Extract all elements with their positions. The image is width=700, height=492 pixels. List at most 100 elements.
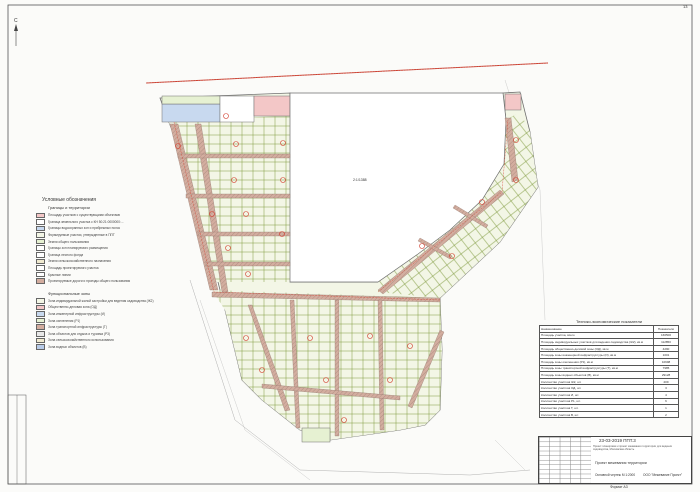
tep-value-cell: 112850 (653, 338, 679, 346)
legend-label: Красные линии (48, 272, 71, 277)
pink-zone-northeast (504, 93, 522, 111)
legend-label: Граница лесного фонда (48, 252, 84, 257)
water-zone-north (161, 103, 221, 123)
tep-name-cell: Площадь участка, всего (539, 331, 654, 340)
central-parcel-label: 2:1/1388 (353, 178, 367, 182)
legend-swatch (36, 258, 45, 265)
tep-name-cell: Площадь общественно-деловой зоны (ОД), к… (539, 344, 654, 353)
legend-label: Земли сельскохозяйственного назначения (48, 259, 111, 264)
road-east-west-3 (197, 231, 291, 237)
tep-name-cell: Площадь индивидуальных участков для веде… (539, 338, 654, 346)
legend-swatch (36, 317, 45, 324)
tep-name-cell: Количество участков В, шт. (539, 410, 654, 419)
tep-value-cell: 6 (653, 397, 679, 406)
north-label: С (14, 18, 18, 24)
table-row: Площадь зоны транспортной инфраструктуры… (539, 364, 679, 373)
table-row: Площадь общественно-деловой зоны (ОД), к… (539, 344, 679, 353)
tep-value-cell: 209 (653, 377, 679, 386)
legend-item: Зона объектов для отдыха и туризма (Р3) (36, 331, 186, 338)
table-row: Площадь индивидуальных участков для веде… (539, 338, 679, 346)
table-row: Количество участков Т, шт. 1 (539, 404, 679, 412)
table-row: Количество участков Ж2, шт. 209 (539, 377, 679, 386)
legend-item: Земли сельскохозяйственного назначения (36, 258, 186, 265)
table-row: Площадь зоны озеленения (Р1), кв.м 10998 (539, 357, 679, 366)
tep-header-cell: Наименование (539, 325, 654, 333)
tep-name-cell: Количество участков ОД, шт. (539, 384, 654, 392)
legend-swatch (36, 245, 45, 252)
tep-value-cell: 7985 (653, 364, 679, 373)
tep-name-cell: Площадь зоны инженерной инфраструктуры (… (539, 351, 654, 359)
title-block: 23-03-2019 ППТ.3 Проект планировки и про… (538, 436, 692, 484)
tep-value-cell: 166500 (653, 331, 679, 340)
lots-south-block (212, 290, 442, 440)
legend-label: Площадь проектируемого участка (48, 266, 99, 271)
legend-item: Зона озеленения (Р1) (36, 317, 186, 324)
table-row: Количество участков ОД, шт. 3 (539, 384, 679, 392)
tep-title: Технико-экономические показатели (575, 319, 643, 324)
legend-label: Зона водных объектов (В) (48, 344, 87, 349)
road-east-west-1 (177, 153, 291, 159)
pink-zone-north (253, 95, 291, 117)
legend-item: Формируемые участки, утвержденные в ППТ (36, 232, 186, 239)
tep-name-cell: Количество участков Ж2, шт. (539, 377, 654, 386)
legend-item: Земли общего пользования (36, 238, 186, 245)
legend-section-zones: Функциональные зоны (48, 290, 91, 296)
legend-item: Красные линии (36, 271, 186, 278)
road-south-v1 (334, 299, 340, 437)
legend-item: Зона водных объектов (В) (36, 344, 186, 351)
legend-label: Земли общего пользования (48, 239, 89, 244)
tep-value-cell: 4290 (653, 344, 679, 353)
legend-item: Площадь проектируемого участка (36, 265, 186, 272)
legend-swatch (36, 304, 45, 311)
tep-value-cell: 10998 (653, 357, 679, 366)
legend-item: Площадь участков с существующими объекта… (36, 212, 186, 219)
legend-swatch (36, 271, 45, 278)
legend-swatch (36, 219, 45, 225)
legend-title: Условные обозначения (42, 197, 97, 203)
drawing-sheet: С 1 3 2:1/1388 Условные обозначения Грани… (0, 0, 700, 492)
legend-list-zones: Зона индивидуальной жилой застройки для … (36, 298, 186, 351)
legend-swatch (36, 344, 45, 350)
legend-item: Границы водоохранных зон и прибрежных по… (36, 225, 186, 232)
legend-swatch (36, 331, 45, 337)
legend-item: Зона транспортной инфраструктуры (Т) (36, 324, 186, 331)
north-arrow-icon (14, 24, 18, 46)
tep-header-cell: Показатели (653, 325, 679, 333)
table-row: Площадь зоны инженерной инфраструктуры (… (539, 351, 679, 359)
tep-name-cell: Количество участков И, шт. (539, 390, 654, 399)
legend-swatch (36, 232, 45, 238)
legend-item: Зона сельскохозяйственного использования (36, 337, 186, 344)
table-row: Количество участков Р1, шт. 6 (539, 397, 679, 406)
tep-value-cell: 1001 (653, 351, 679, 359)
lots-west-block (168, 116, 290, 282)
scheme-name: Основной чертеж М 1:2000 (595, 473, 636, 477)
legend-item: Зона индивидуальной жилой застройки для … (36, 298, 186, 305)
legend-swatch (36, 252, 45, 258)
legend-label: Общественно-деловая зона (ОД) (48, 305, 98, 310)
tep-table: Технико-экономические показатели Наимено… (539, 318, 679, 419)
legend-label: Зона индивидуальной жилой застройки для … (48, 298, 154, 303)
legend-label: Граница земельного участка с КН 50:21:00… (48, 219, 124, 224)
project-name: Проект межевания территории (595, 461, 647, 465)
tep-name-cell: Площадь зоны озеленения (Р1), кв.м (539, 357, 654, 366)
tep-name-cell: Площадь зоны транспортной инфраструктуры… (539, 364, 654, 373)
legend-label: Зона озеленения (Р1) (48, 318, 81, 323)
legend-swatch (36, 225, 45, 232)
table-row: Количество участков В, шт. 2 (539, 410, 679, 419)
title-block-grid (539, 437, 591, 483)
map-legend: Условные обозначения Границы и территори… (36, 197, 186, 350)
legend-swatch (36, 278, 45, 285)
road-east-west-4 (205, 261, 291, 267)
legend-label: Границы зон планируемого размещения (48, 246, 108, 251)
drawing-code: 23-03-2019 ППТ.3 (599, 438, 636, 443)
tep-value-cell: 3 (653, 384, 679, 392)
legend-swatch (36, 337, 45, 344)
legend-item: Граница земельного участка с КН 50:21:00… (36, 219, 186, 226)
legend-label: Зона транспортной инфраструктуры (Т) (48, 325, 107, 330)
legend-label: Зона сельскохозяйственного использования (48, 338, 114, 343)
legend-item: Граница лесного фонда (36, 252, 186, 259)
tep-name-cell: Площадь зоны водных объектов (В), кв.м (539, 371, 654, 379)
table-row: Количество участков И, шт. 4 (539, 390, 679, 399)
legend-section-borders: Границы и территории (48, 205, 90, 210)
tep-value-cell: 1 (653, 404, 679, 412)
